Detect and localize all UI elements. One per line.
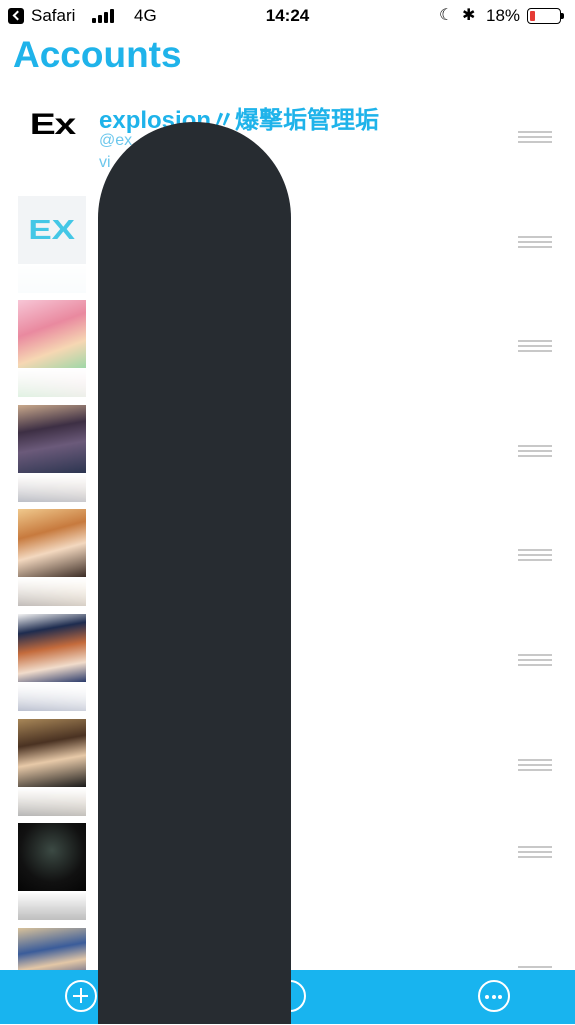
reorder-handle-icon[interactable]: [518, 549, 552, 564]
avatar-reflection: [18, 682, 86, 711]
battery-fill: [530, 11, 535, 21]
account-row[interactable]: Ex explosion〃爆撃垢管理垢 @ex vi: [0, 84, 575, 189]
status-bar: Safari 4G 14:24 ☾ ✱ 18%: [0, 0, 575, 34]
page-title: Accounts: [13, 34, 182, 75]
reorder-handle-icon[interactable]: [518, 758, 552, 774]
more-circle-icon[interactable]: [478, 980, 510, 1012]
redaction-overlay: [98, 122, 291, 1024]
avatar: [18, 300, 86, 369]
avatar-reflection: [18, 578, 86, 607]
ex-logo-icon: EX: [28, 213, 76, 245]
reorder-handle-icon[interactable]: [518, 846, 552, 861]
reorder-handle-icon[interactable]: [518, 653, 552, 669]
avatar: [18, 823, 86, 892]
bluetooth-icon: ✱: [462, 7, 476, 24]
moon-icon: ☾: [439, 7, 454, 24]
avatar: EX: [18, 195, 86, 264]
add-circle-icon[interactable]: [65, 980, 97, 1012]
account-name: explosion〃爆撃垢管理垢: [99, 107, 380, 134]
reorder-handle-icon[interactable]: [518, 131, 552, 146]
reorder-handle-icon[interactable]: [518, 444, 552, 460]
avatar-reflection: [18, 892, 86, 921]
avatar: [18, 404, 86, 473]
avatar-reflection: [18, 787, 86, 816]
avatar-reflection: [18, 369, 86, 398]
account-via: vi: [99, 154, 111, 171]
avatar: [18, 613, 86, 682]
battery-icon: [527, 8, 564, 24]
reorder-handle-icon[interactable]: [518, 235, 552, 251]
avatar-reflection: [18, 473, 86, 502]
avatar: Ex: [18, 91, 86, 159]
avatar-reflection: [18, 264, 86, 293]
avatar-reflection: [18, 160, 86, 188]
avatar: [18, 718, 86, 787]
avatar: [18, 509, 86, 578]
battery-percent: 18%: [486, 6, 521, 25]
ex-logo-icon: Ex: [29, 108, 75, 141]
reorder-handle-icon[interactable]: [518, 340, 552, 355]
